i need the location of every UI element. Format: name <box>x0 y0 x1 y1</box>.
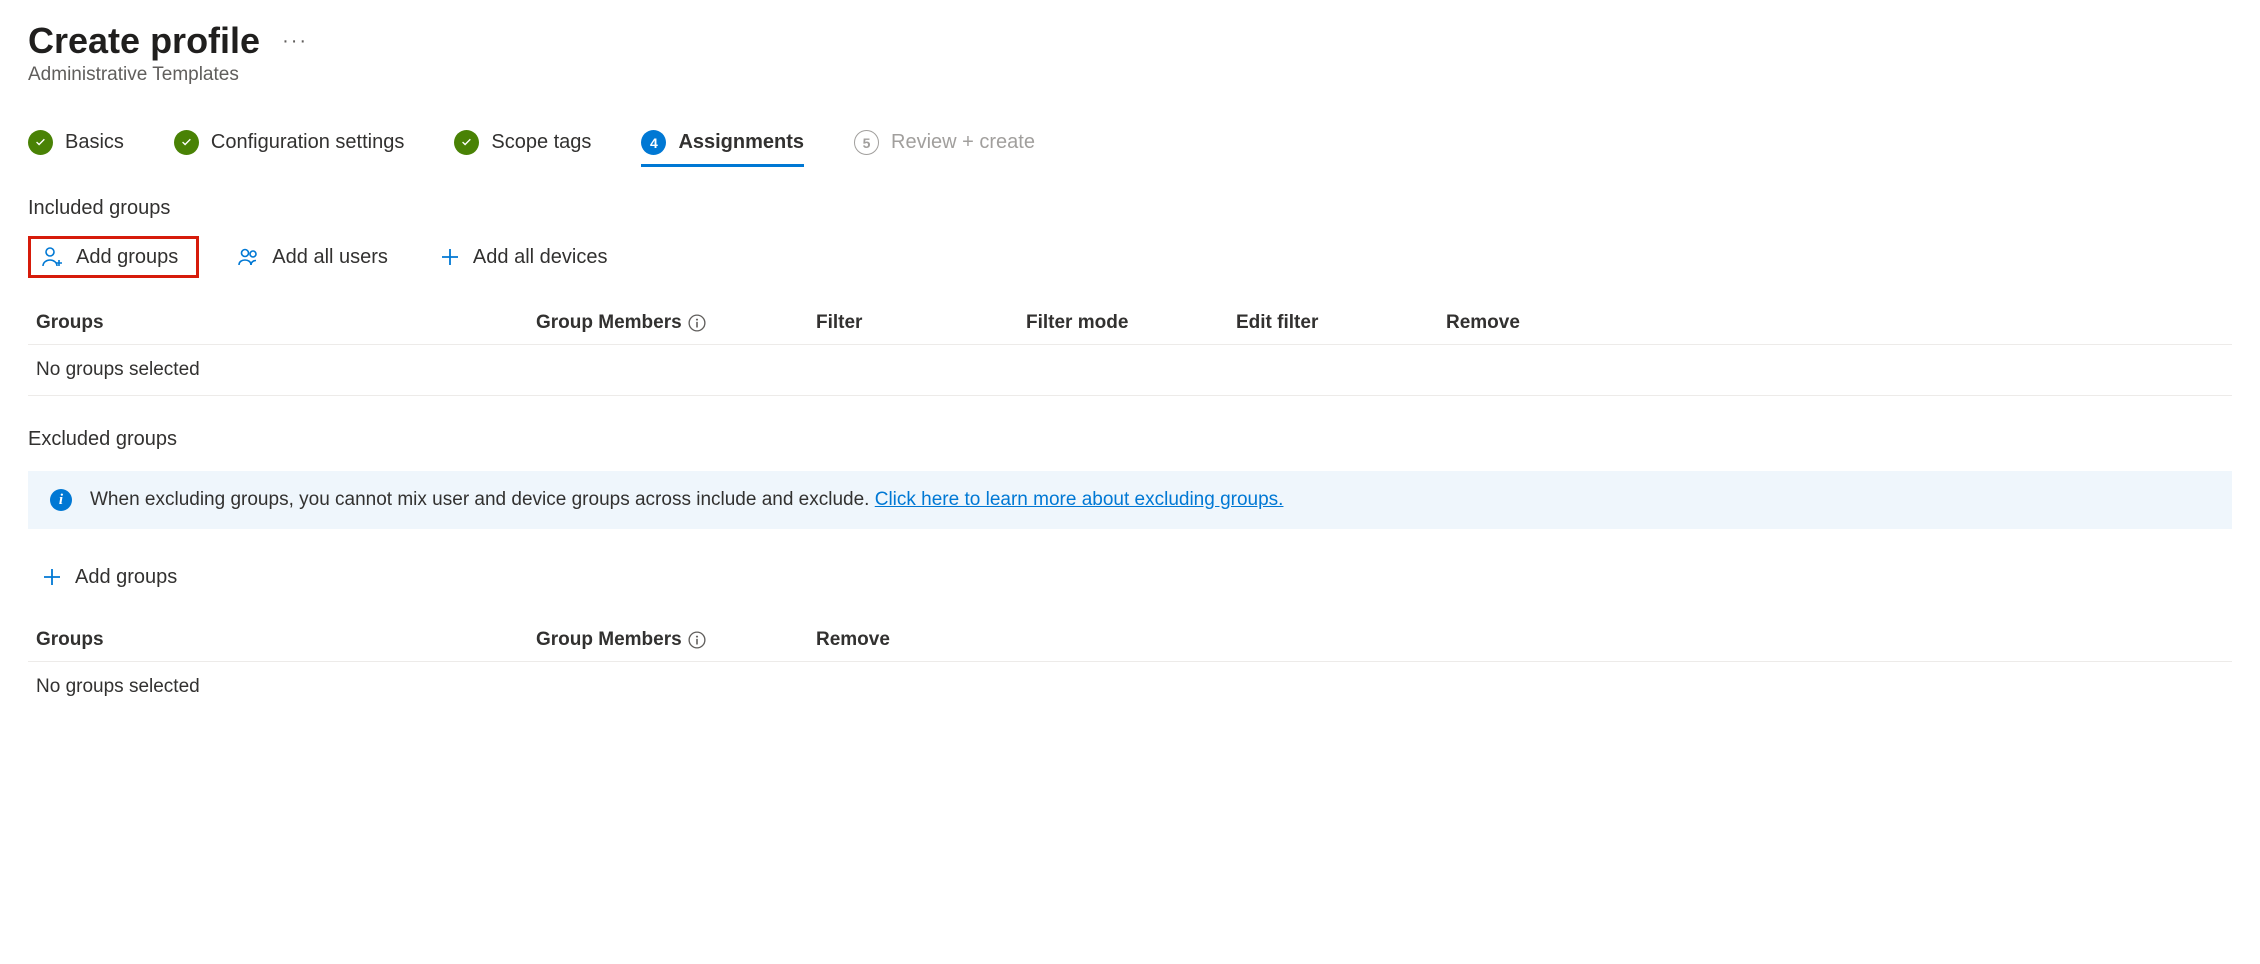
plus-icon <box>438 245 462 269</box>
page-subtitle: Administrative Templates <box>28 64 2232 86</box>
wizard-steps: Basics Configuration settings Scope tags… <box>28 130 2232 165</box>
col-edit-filter: Edit filter <box>1236 312 1446 334</box>
info-icon: i <box>50 489 72 511</box>
button-label: Add all devices <box>473 246 608 269</box>
button-label: Add groups <box>76 246 178 269</box>
step-configuration-settings[interactable]: Configuration settings <box>174 130 404 165</box>
included-actions: Add groups Add all users Add all devices <box>28 236 2232 278</box>
info-icon[interactable] <box>688 314 706 332</box>
col-groups: Groups <box>36 629 536 651</box>
button-label: Add all users <box>272 246 388 269</box>
more-actions-icon[interactable]: ··· <box>278 26 312 57</box>
add-groups-button[interactable]: Add groups <box>28 236 199 278</box>
info-icon[interactable] <box>688 631 706 649</box>
col-label: Group Members <box>536 312 682 334</box>
col-remove: Remove <box>1446 312 1546 334</box>
add-all-users-button[interactable]: Add all users <box>225 237 400 277</box>
checkmark-icon <box>454 130 479 155</box>
excluded-table-header: Groups Group Members Remove <box>28 617 2232 662</box>
excluded-empty-row: No groups selected <box>28 662 2232 712</box>
info-text: When excluding groups, you cannot mix us… <box>90 489 1283 511</box>
checkmark-icon <box>174 130 199 155</box>
excluded-groups-heading: Excluded groups <box>28 428 2232 451</box>
step-scope-tags[interactable]: Scope tags <box>454 130 591 165</box>
info-link[interactable]: Click here to learn more about excluding… <box>875 489 1284 510</box>
step-assignments[interactable]: 4 Assignments <box>641 130 804 165</box>
checkmark-icon <box>28 130 53 155</box>
col-group-members: Group Members <box>536 629 816 651</box>
step-number-icon: 4 <box>641 130 666 155</box>
person-add-icon <box>41 245 65 269</box>
col-filter: Filter <box>816 312 1026 334</box>
col-filter-mode: Filter mode <box>1026 312 1236 334</box>
step-label: Assignments <box>678 131 804 154</box>
col-remove: Remove <box>816 629 936 651</box>
step-label: Scope tags <box>491 131 591 154</box>
empty-text: No groups selected <box>36 359 536 381</box>
col-groups: Groups <box>36 312 536 334</box>
button-label: Add groups <box>75 566 177 589</box>
col-label: Group Members <box>536 629 682 651</box>
page-title: Create profile <box>28 20 260 62</box>
step-review-create[interactable]: 5 Review + create <box>854 130 1035 165</box>
included-groups-heading: Included groups <box>28 197 2232 220</box>
col-group-members: Group Members <box>536 312 816 334</box>
step-label: Basics <box>65 131 124 154</box>
add-all-devices-button[interactable]: Add all devices <box>426 237 620 277</box>
step-label: Configuration settings <box>211 131 404 154</box>
step-number-icon: 5 <box>854 130 879 155</box>
info-message: When excluding groups, you cannot mix us… <box>90 489 875 510</box>
included-table-header: Groups Group Members Filter Filter mode … <box>28 300 2232 345</box>
excluded-add-groups-button[interactable]: Add groups <box>28 557 189 597</box>
step-label: Review + create <box>891 131 1035 154</box>
step-basics[interactable]: Basics <box>28 130 124 165</box>
empty-text: No groups selected <box>36 676 536 698</box>
included-empty-row: No groups selected <box>28 345 2232 396</box>
excluded-info-box: i When excluding groups, you cannot mix … <box>28 471 2232 529</box>
plus-icon <box>40 565 64 589</box>
people-icon <box>237 245 261 269</box>
